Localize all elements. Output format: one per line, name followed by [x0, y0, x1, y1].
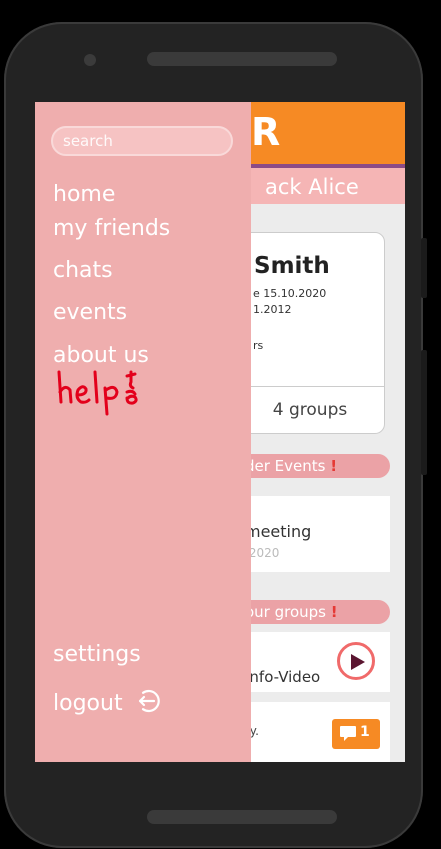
- app-logo: R: [251, 110, 281, 154]
- groups-section-title: our groups: [245, 603, 326, 621]
- video-title: Info-Video: [245, 668, 321, 686]
- menu-item-about-us[interactable]: about us: [53, 343, 149, 368]
- profile-date-line: e 15.10.2020: [253, 287, 327, 300]
- profile-card[interactable]: Smith e 15.10.2020 1.2012 rs 4 groups: [235, 232, 385, 434]
- app-screen: R ack Alice Smith e 15.10.2020 1.2012 rs…: [35, 102, 405, 762]
- groups-section-header: our groups !: [235, 600, 390, 624]
- menu-item-logout[interactable]: logout: [53, 684, 160, 716]
- menu-item-events[interactable]: events: [53, 300, 127, 325]
- event-item[interactable]: meeting .2020: [235, 496, 390, 572]
- chat-count: 1: [360, 724, 370, 740]
- play-icon[interactable]: [337, 642, 375, 680]
- profile-extra-line: rs: [253, 339, 264, 352]
- profile-name: Smith: [254, 253, 330, 279]
- front-camera: [84, 54, 96, 66]
- event-title: meeting: [245, 522, 312, 541]
- search-placeholder: search: [63, 132, 113, 150]
- handwritten-help-note: [57, 370, 138, 416]
- events-alert-mark: !: [330, 457, 338, 475]
- profile-since-line: 1.2012: [253, 303, 292, 316]
- menu-item-my-friends[interactable]: my friends: [53, 216, 170, 241]
- events-section-header: der Events !: [235, 454, 390, 478]
- volume-button: [421, 350, 427, 475]
- navigation-drawer: search home my friends chats events abou…: [35, 102, 251, 762]
- events-section-title: der Events: [245, 457, 326, 475]
- logout-icon: [138, 689, 160, 713]
- power-button: [421, 238, 427, 298]
- logout-label: logout: [53, 691, 123, 716]
- menu-item-settings[interactable]: settings: [53, 642, 141, 667]
- groups-count-button[interactable]: 4 groups: [236, 386, 384, 433]
- earpiece-speaker: [147, 52, 337, 66]
- menu-item-home[interactable]: home: [53, 182, 115, 207]
- chat-notification-badge[interactable]: 1: [332, 719, 380, 749]
- search-input[interactable]: search: [51, 126, 233, 156]
- groups-alert-mark: !: [330, 603, 338, 621]
- menu-item-chats[interactable]: chats: [53, 258, 113, 283]
- welcome-text: ack Alice: [265, 175, 359, 199]
- bottom-speaker: [147, 810, 337, 824]
- chat-bubble-icon: [340, 726, 356, 741]
